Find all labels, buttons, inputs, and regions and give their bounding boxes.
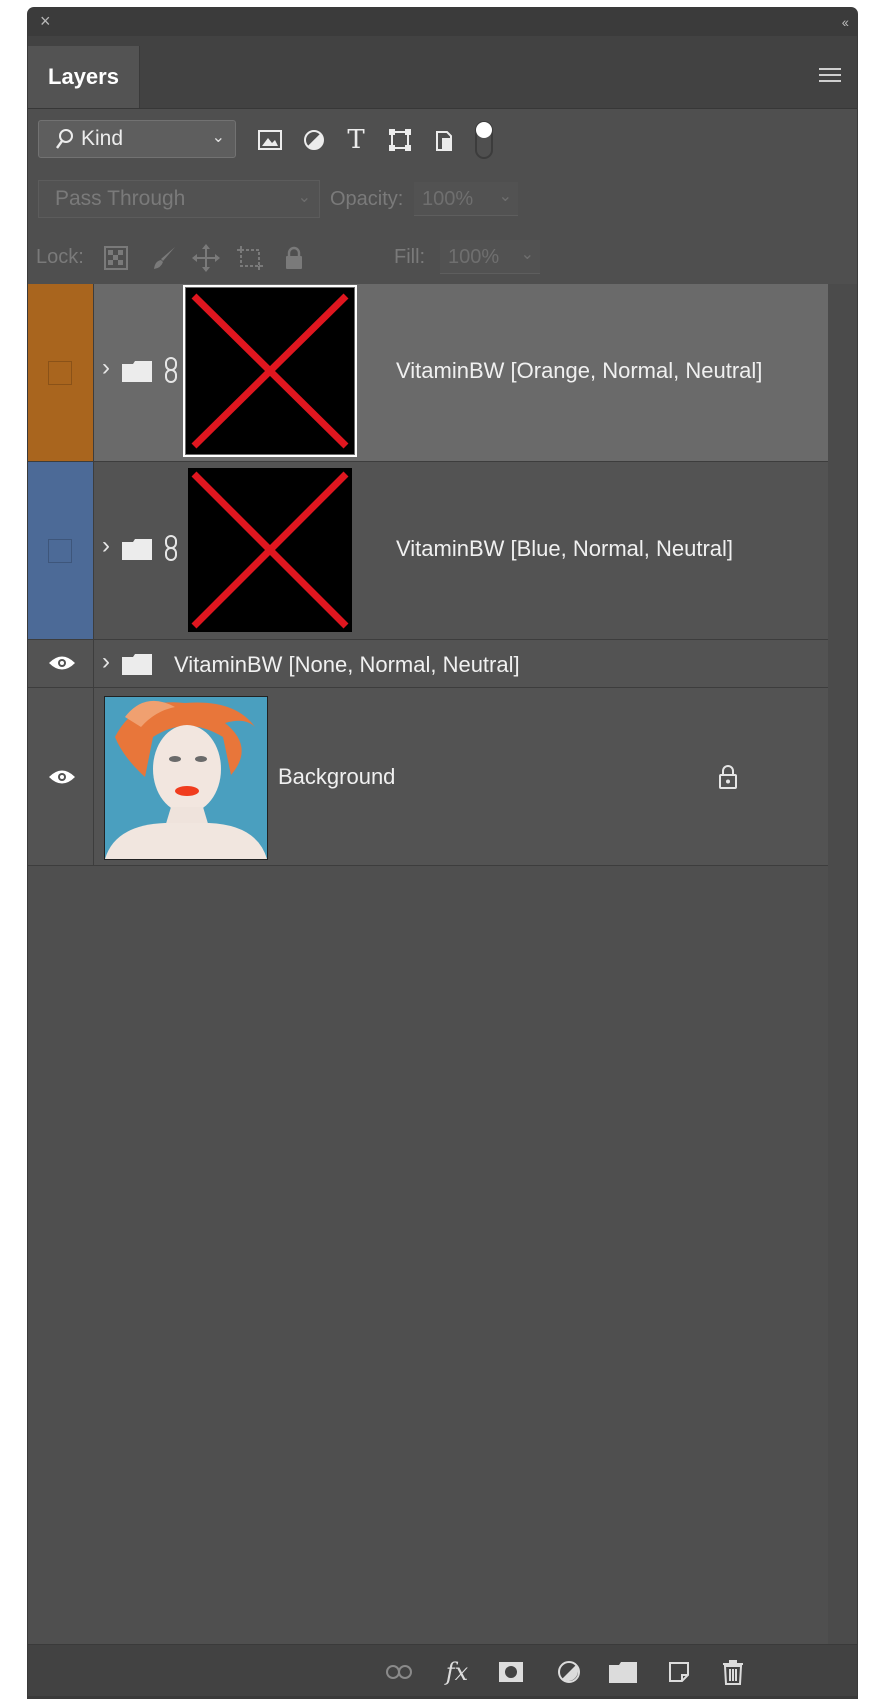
opacity-value: 100% (422, 188, 474, 210)
shape-filter-icon[interactable] (384, 124, 416, 156)
layer-name[interactable]: Background (278, 764, 395, 790)
visibility-toggle[interactable] (48, 361, 72, 385)
eye-icon[interactable] (48, 654, 76, 672)
smart-object-filter-icon[interactable] (428, 124, 460, 156)
chevron-down-icon: ⌄ (297, 189, 311, 206)
folder-icon (122, 654, 152, 675)
lock-transparent-pixels-icon[interactable] (102, 244, 130, 272)
layer-name[interactable]: VitaminBW [Orange, Normal, Neutral] (396, 358, 762, 384)
chevron-right-icon[interactable]: › (102, 354, 110, 382)
chevron-down-icon: ⌄ (211, 129, 225, 146)
kind-filter-label: Kind (81, 127, 124, 150)
add-mask-icon[interactable] (496, 1657, 526, 1687)
fx-icon[interactable]: fx (442, 1657, 472, 1687)
layer-name[interactable]: VitaminBW [Blue, Normal, Neutral] (396, 536, 733, 562)
layer-name[interactable]: VitaminBW [None, Normal, Neutral] (174, 652, 520, 678)
visibility-toggle[interactable] (48, 539, 72, 563)
lock-artboard-icon[interactable] (236, 244, 264, 272)
layer-row-none[interactable]: › VitaminBW [None, Normal, Neutral] (28, 640, 828, 688)
layer-color-tag[interactable] (28, 462, 94, 639)
search-icon (56, 129, 73, 149)
layers-bottom-toolbar: fx (28, 1644, 857, 1697)
filter-toggle-icon[interactable] (468, 118, 500, 162)
panel-titlebar: × ‹‹ (28, 8, 857, 36)
link-icon (165, 535, 177, 561)
fill-field[interactable]: 100% ⌄ (440, 240, 540, 274)
fill-label: Fill: (394, 246, 426, 268)
layers-panel: × ‹‹ Layers Kind ⌄ T Pass Through ⌄ Opac… (28, 8, 857, 1699)
link-layers-icon[interactable] (384, 1657, 414, 1687)
layer-color-tag[interactable] (28, 284, 94, 461)
tab-layers[interactable]: Layers (28, 46, 140, 108)
filter-row: Kind ⌄ T (28, 108, 857, 168)
layer-mask-thumbnail[interactable] (188, 468, 352, 632)
lock-row: Lock: Fill: 100% ⌄ (28, 228, 857, 285)
lock-icon (719, 765, 737, 789)
layers-scrollbar[interactable] (828, 284, 857, 1644)
layer-mask-thumbnail[interactable] (183, 285, 357, 457)
blend-mode-value: Pass Through (55, 187, 186, 210)
new-layer-icon[interactable] (664, 1657, 694, 1687)
close-icon[interactable]: × (40, 12, 51, 30)
opacity-label: Opacity: (330, 188, 404, 210)
visibility-column[interactable] (28, 688, 94, 865)
type-filter-icon[interactable]: T (340, 124, 372, 156)
folder-icon (122, 361, 152, 382)
layers-list: › VitaminBW [Orange, Normal, Neutral] › … (28, 284, 828, 866)
chevron-down-icon: ⌄ (520, 246, 534, 263)
folder-icon (122, 539, 152, 560)
layer-row-blue[interactable]: › VitaminBW [Blue, Normal, Neutral] (28, 462, 828, 640)
panel-tabbar: Layers (28, 36, 857, 109)
chevron-right-icon[interactable]: › (102, 532, 110, 560)
image-filter-icon[interactable] (254, 124, 286, 156)
chevron-down-icon: ⌄ (498, 188, 512, 205)
collapse-panel-icon[interactable]: ‹‹ (842, 14, 849, 30)
lock-all-icon[interactable] (280, 244, 308, 272)
fill-value: 100% (448, 246, 500, 268)
lock-label: Lock: (36, 246, 84, 268)
new-adjustment-icon[interactable] (554, 1657, 584, 1687)
chevron-right-icon[interactable]: › (102, 648, 110, 676)
opacity-field[interactable]: 100% ⌄ (414, 182, 518, 216)
eye-icon[interactable] (48, 768, 76, 786)
blend-row: Pass Through ⌄ Opacity: 100% ⌄ (28, 170, 857, 226)
panel-menu-icon[interactable] (819, 68, 841, 86)
link-icon (165, 357, 177, 383)
new-group-icon[interactable] (608, 1657, 638, 1687)
lock-image-pixels-icon[interactable] (150, 244, 178, 272)
background-thumbnail[interactable] (104, 696, 268, 860)
layer-row-orange[interactable]: › VitaminBW [Orange, Normal, Neutral] (28, 284, 828, 462)
adjustment-filter-icon[interactable] (298, 124, 330, 156)
lock-position-icon[interactable] (192, 244, 220, 272)
kind-filter-select[interactable]: Kind ⌄ (38, 120, 236, 158)
visibility-column[interactable] (28, 640, 94, 687)
delete-layer-icon[interactable] (718, 1657, 748, 1687)
blend-mode-select[interactable]: Pass Through ⌄ (38, 180, 320, 218)
layer-row-background[interactable]: Background (28, 688, 828, 866)
